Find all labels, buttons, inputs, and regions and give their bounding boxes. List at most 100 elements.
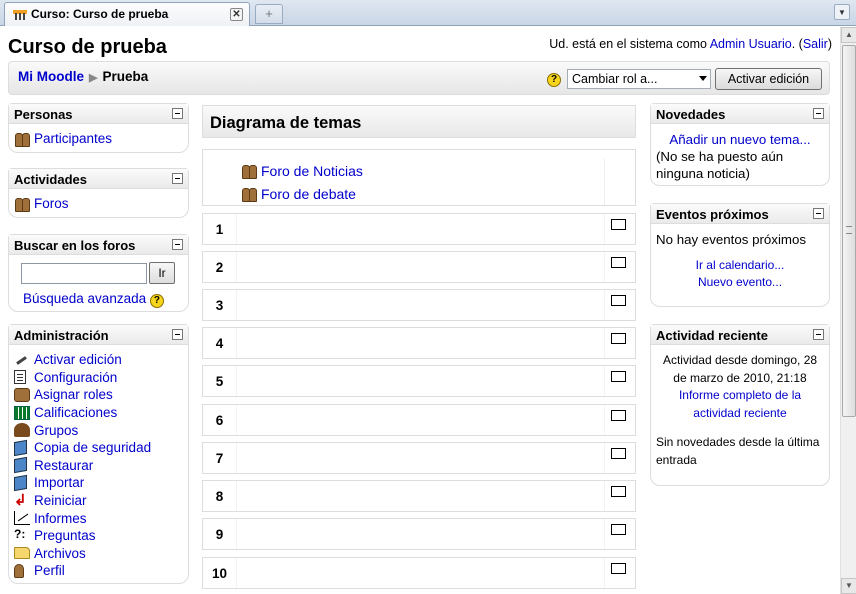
groups-icon	[14, 423, 30, 438]
switch-role-select[interactable]: Cambiar rol a...	[567, 69, 711, 89]
block-content: Añadir un nuevo tema... (No se ha puesto…	[651, 124, 829, 186]
scroll-down-icon[interactable]: ▼	[841, 578, 856, 594]
new-tab-button[interactable]: +	[255, 4, 283, 24]
admin-link[interactable]: Restaurar	[34, 458, 93, 473]
show-only-topic-icon[interactable]	[611, 486, 626, 497]
search-go-button[interactable]: Ir	[149, 262, 175, 284]
help-icon[interactable]: ?	[547, 73, 561, 87]
collapse-icon[interactable]	[172, 173, 183, 184]
vertical-scrollbar[interactable]: ▲ ▼	[840, 27, 856, 594]
admin-link[interactable]: Configuración	[34, 370, 117, 385]
show-only-topic-icon[interactable]	[611, 295, 626, 306]
collapse-icon[interactable]	[172, 108, 183, 119]
show-only-topic-icon[interactable]	[611, 333, 626, 344]
turn-editing-on-button[interactable]: Activar edición	[715, 68, 822, 90]
admin-link[interactable]: Perfil	[34, 563, 65, 578]
help-icon[interactable]: ?	[149, 294, 164, 308]
browser-tab[interactable]: Curso: Curso de prueba ✕	[4, 2, 250, 26]
tab-list-icon[interactable]: ▼	[834, 4, 850, 20]
collapse-icon[interactable]	[172, 239, 183, 250]
topic-content	[236, 481, 605, 511]
show-only-topic-icon[interactable]	[611, 257, 626, 268]
section-zero: Foro de Noticias Foro de debate	[202, 149, 636, 206]
participants-link[interactable]: Participantes	[34, 131, 112, 146]
topic-number: 1	[215, 222, 224, 237]
show-only-topic-icon[interactable]	[611, 219, 626, 230]
forum-search-input[interactable]	[21, 263, 147, 284]
admin-item[interactable]: Restaurar	[14, 457, 183, 475]
activity-item[interactable]: Foro de Noticias	[241, 159, 604, 182]
admin-item[interactable]: Importar	[14, 474, 183, 492]
admin-link[interactable]: Grupos	[34, 423, 78, 438]
add-new-topic-link[interactable]: Añadir un nuevo tema...	[669, 132, 810, 147]
admin-link[interactable]: Archivos	[34, 546, 86, 561]
grades-icon	[14, 405, 30, 420]
admin-link[interactable]: Informes	[34, 511, 87, 526]
admin-link[interactable]: Copia de seguridad	[34, 440, 151, 455]
collapse-icon[interactable]	[172, 329, 183, 340]
advanced-search-link[interactable]: Búsqueda avanzada	[23, 291, 146, 306]
topic-section: 4	[202, 327, 636, 359]
admin-item[interactable]: Preguntas	[14, 527, 183, 545]
scroll-up-icon[interactable]: ▲	[841, 27, 856, 43]
administration-block: Administración Activar edición Configura…	[8, 324, 189, 584]
login-info: Ud. está en el sistema como Admin Usuari…	[549, 37, 832, 51]
admin-item[interactable]: Activar edición	[14, 351, 183, 369]
admin-item[interactable]: Perfil	[14, 562, 183, 580]
forum-icon	[241, 187, 257, 202]
admin-item[interactable]: Asignar roles	[14, 386, 183, 404]
admin-item[interactable]: Copia de seguridad	[14, 439, 183, 457]
recent-activity-block: Actividad reciente Actividad desde domin…	[650, 324, 830, 486]
block-title: Buscar en los foros	[14, 238, 136, 253]
topic-content	[236, 558, 605, 588]
user-profile-link[interactable]: Admin Usuario	[710, 37, 792, 51]
moodle-favicon-icon	[13, 10, 27, 20]
admin-item[interactable]: Configuración	[14, 369, 183, 387]
login-prefix: Ud. está en el sistema como	[549, 37, 710, 51]
add-topic-row: Añadir un nuevo tema...	[656, 131, 824, 148]
admin-link[interactable]: Calificaciones	[34, 405, 117, 420]
new-event-row: Nuevo evento...	[656, 274, 824, 291]
activity-item[interactable]: Foro de debate	[241, 182, 604, 205]
admin-item[interactable]: Grupos	[14, 421, 183, 439]
discussion-forum-link[interactable]: Foro de debate	[261, 186, 356, 202]
show-only-topic-icon[interactable]	[611, 448, 626, 459]
breadcrumb-current: Prueba	[102, 69, 149, 84]
admin-link[interactable]: Asignar roles	[34, 387, 113, 402]
go-to-calendar-link[interactable]: Ir al calendario...	[696, 258, 785, 272]
admin-link[interactable]: Preguntas	[34, 528, 96, 543]
block-content: Actividad desde domingo, 28 de marzo de …	[651, 345, 829, 473]
show-only-topic-icon[interactable]	[611, 524, 626, 535]
admin-link[interactable]: Reiniciar	[34, 493, 87, 508]
topic-content	[236, 519, 605, 549]
scroll-thumb[interactable]	[842, 45, 856, 417]
new-event-link[interactable]: Nuevo evento...	[698, 275, 782, 289]
collapse-icon[interactable]	[813, 108, 824, 119]
news-forum-link[interactable]: Foro de Noticias	[261, 163, 363, 179]
chevron-down-icon	[699, 76, 707, 81]
list-item[interactable]: Participantes	[14, 130, 183, 148]
admin-item[interactable]: Calificaciones	[14, 404, 183, 422]
news-block: Novedades Añadir un nuevo tema... (No se…	[650, 103, 830, 186]
show-only-topic-icon[interactable]	[611, 371, 626, 382]
block-header: Eventos próximos	[651, 204, 829, 224]
topic-content	[236, 214, 605, 244]
forums-link[interactable]: Foros	[34, 196, 69, 211]
breadcrumb: Mi Moodle ▶ Prueba	[18, 69, 148, 84]
admin-link[interactable]: Importar	[34, 475, 84, 490]
admin-item[interactable]: Reiniciar	[14, 491, 183, 510]
logout-link[interactable]: Salir	[803, 37, 828, 51]
admin-item[interactable]: Informes	[14, 509, 183, 527]
close-tab-icon[interactable]: ✕	[230, 8, 243, 21]
full-report-link[interactable]: Informe completo de la actividad recient…	[679, 388, 801, 420]
collapse-icon[interactable]	[813, 329, 824, 340]
topic-section: 1	[202, 213, 636, 245]
admin-item[interactable]: Archivos	[14, 545, 183, 563]
admin-link[interactable]: Activar edición	[34, 352, 122, 367]
questions-icon	[14, 527, 30, 543]
breadcrumb-home-link[interactable]: Mi Moodle	[18, 69, 84, 84]
collapse-icon[interactable]	[813, 208, 824, 219]
show-only-topic-icon[interactable]	[611, 563, 626, 574]
list-item[interactable]: Foros	[14, 195, 183, 213]
show-only-topic-icon[interactable]	[611, 410, 626, 421]
